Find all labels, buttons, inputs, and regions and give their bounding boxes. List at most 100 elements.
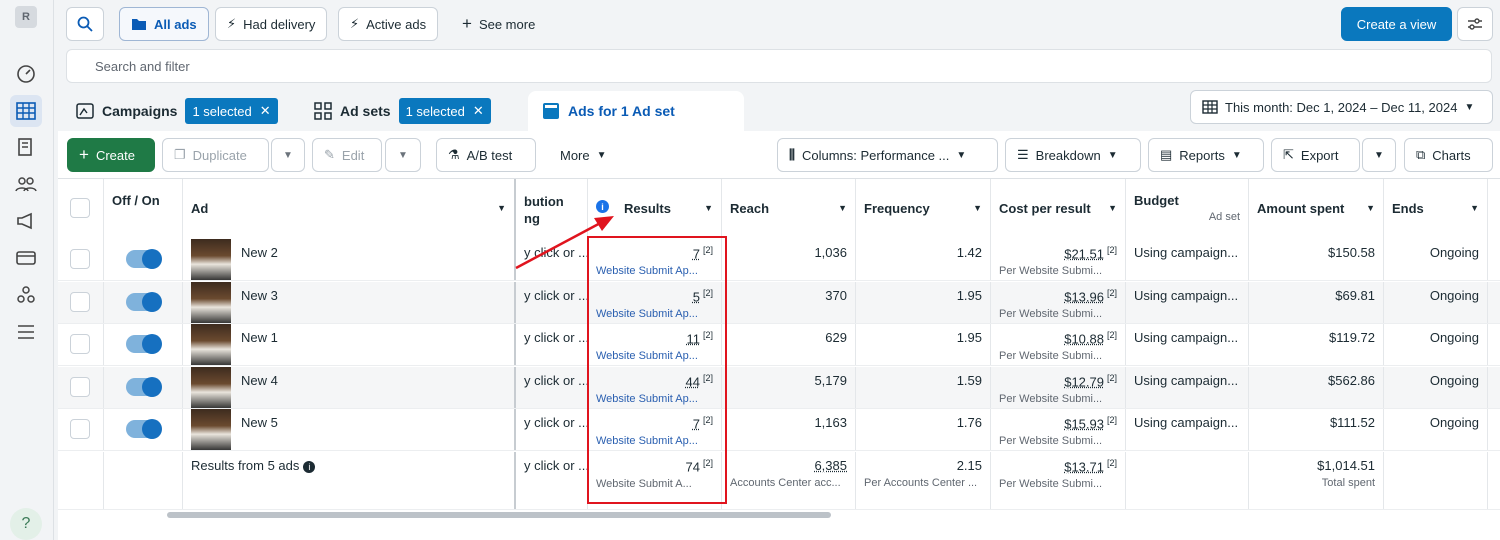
amount-spent-cell: $562.86: [1249, 366, 1384, 408]
ad-thumbnail[interactable]: [191, 281, 231, 323]
campaigns-selected-chip[interactable]: 1 selected ✕: [185, 98, 278, 124]
billing-card-icon[interactable]: [10, 242, 42, 274]
edit-button[interactable]: ✎ Edit: [312, 138, 382, 172]
columns-label: Columns: Performance ...: [801, 147, 950, 163]
tab-campaigns[interactable]: Campaigns 1 selected ✕: [76, 91, 278, 131]
megaphone-icon[interactable]: [10, 205, 42, 237]
see-more-button[interactable]: + See more: [450, 7, 547, 41]
tab-ads[interactable]: Ads for 1 Ad set: [528, 91, 744, 131]
duplicate-button[interactable]: ❐ Duplicate: [162, 138, 269, 172]
view-active-ads[interactable]: ⚡︎ Active ads: [338, 7, 439, 41]
delivery-toggle[interactable]: [126, 291, 162, 312]
reports-button[interactable]: ▤ Reports ▼: [1148, 138, 1264, 172]
ad-thumbnail[interactable]: [191, 366, 231, 408]
audiences-icon[interactable]: [10, 168, 42, 200]
breakdown-button[interactable]: ☰ Breakdown ▼: [1005, 138, 1141, 172]
view-settings-button[interactable]: [1457, 7, 1493, 41]
ads-manager-table-icon[interactable]: [10, 95, 42, 127]
ad-thumbnail[interactable]: [191, 324, 231, 365]
row-checkbox[interactable]: [70, 334, 90, 354]
table-row[interactable]: New 2y click or ... 7 [2] Website Submit Ap…: [58, 239, 1500, 281]
delivery-toggle[interactable]: [126, 419, 162, 439]
header-sublabel: Ad set: [1208, 211, 1240, 223]
amount-spent-value: $562.86: [1328, 372, 1375, 388]
row-checkbox[interactable]: [70, 376, 90, 397]
header-reach[interactable]: Reach ▼: [722, 179, 856, 239]
cost-value[interactable]: $10.88: [1064, 331, 1104, 346]
edit-label: Edit: [341, 147, 365, 163]
row-select-cell: [58, 281, 104, 323]
chevron-down-icon: ▼: [283, 149, 293, 161]
table-row[interactable]: New 1y click or ... 11 [2] Website Submit A…: [58, 324, 1500, 366]
table-row[interactable]: New 4y click or ... 44 [2] Website Submit A…: [58, 366, 1500, 409]
ad-name-link[interactable]: New 3: [241, 288, 278, 303]
budget-value: Using campaign...: [1134, 245, 1239, 260]
header-ad[interactable]: Ad ▼: [183, 179, 516, 239]
attribution-value: y click or ...: [524, 287, 588, 303]
adsets-selected-chip[interactable]: 1 selected ✕: [398, 98, 491, 124]
horizontal-scrollbar[interactable]: [167, 512, 831, 518]
row-toggle-cell: [104, 409, 183, 450]
menu-icon[interactable]: [10, 316, 42, 348]
select-all-checkbox[interactable]: [70, 198, 90, 218]
sliders-icon: [1468, 18, 1482, 30]
table-row[interactable]: New 5y click or ... 7 [2] Website Submit Ap…: [58, 409, 1500, 451]
amount-spent-cell: $69.81: [1249, 281, 1384, 323]
cost-value[interactable]: $13.96: [1064, 289, 1104, 304]
business-settings-icon[interactable]: [10, 279, 42, 311]
more-button[interactable]: More ▼: [548, 138, 619, 172]
ad-name-link[interactable]: New 4: [241, 373, 278, 388]
export-dropdown[interactable]: ▼: [1362, 138, 1396, 172]
export-button[interactable]: ⇱ Export: [1271, 138, 1360, 172]
cost-value[interactable]: $15.93: [1064, 416, 1104, 431]
header-cost-per-result[interactable]: Cost per result ▼: [991, 179, 1126, 239]
view-had-delivery[interactable]: ⚡︎ Had delivery: [215, 7, 328, 41]
edit-dropdown[interactable]: ▼: [385, 138, 421, 172]
duplicate-dropdown[interactable]: ▼: [271, 138, 305, 172]
date-range-picker[interactable]: This month: Dec 1, 2024 – Dec 11, 2024 ▼: [1190, 90, 1493, 124]
annotation-arrow: [515, 216, 614, 270]
header-budget[interactable]: Budget Ad set: [1126, 179, 1249, 239]
frequency-value: 1.42: [956, 245, 982, 260]
tab-ad-sets[interactable]: Ad sets 1 selected ✕: [314, 91, 491, 131]
header-ends[interactable]: Ends ▼: [1384, 179, 1488, 239]
table-row[interactable]: New 3y click or ... 5 [2] Website Submit Ap…: [58, 281, 1500, 324]
plus-icon: +: [462, 14, 472, 33]
dashboard-icon[interactable]: [10, 58, 42, 90]
header-off-on[interactable]: Off / On: [104, 179, 183, 239]
help-button[interactable]: ?: [10, 508, 42, 540]
reach-cell: 1,163: [722, 409, 856, 450]
header-frequency[interactable]: Frequency ▼: [856, 179, 991, 239]
view-label: Active ads: [366, 16, 427, 32]
ad-thumbnail[interactable]: [191, 409, 231, 450]
close-icon[interactable]: ✕: [473, 103, 484, 119]
create-view-button[interactable]: Create a view: [1341, 7, 1452, 41]
delivery-toggle[interactable]: [126, 334, 162, 354]
ab-test-button[interactable]: ⚗︎ A/B test: [436, 138, 536, 172]
ad-name-link[interactable]: New 5: [241, 415, 278, 430]
header-amount-spent[interactable]: Amount spent ▼: [1249, 179, 1384, 239]
search-filter-input[interactable]: Search and filter: [66, 49, 1492, 83]
close-icon[interactable]: ✕: [260, 103, 271, 119]
pencil-icon: ✎: [324, 147, 335, 162]
row-checkbox[interactable]: [70, 249, 90, 269]
cost-value[interactable]: $21.51: [1064, 246, 1104, 261]
charts-button[interactable]: ⧉ Charts: [1404, 138, 1493, 172]
row-checkbox[interactable]: [70, 291, 90, 312]
info-icon[interactable]: i: [303, 460, 316, 473]
ad-thumbnail[interactable]: [191, 239, 231, 280]
delivery-toggle[interactable]: [126, 249, 162, 269]
columns-button[interactable]: ⫼ Columns: Performance ... ▼: [777, 138, 998, 172]
account-avatar[interactable]: R: [15, 6, 37, 28]
delivery-toggle[interactable]: [126, 376, 162, 397]
view-all-ads[interactable]: All ads: [119, 7, 209, 41]
chevron-down-icon: ▼: [1470, 203, 1479, 213]
ad-name-link[interactable]: New 2: [241, 245, 278, 260]
cost-value[interactable]: $12.79: [1064, 374, 1104, 389]
pages-icon[interactable]: [10, 131, 42, 163]
row-select-cell: [58, 239, 104, 280]
row-checkbox[interactable]: [70, 419, 90, 439]
create-button[interactable]: + Create: [67, 138, 155, 172]
ad-name-link[interactable]: New 1: [241, 330, 278, 345]
search-button[interactable]: [66, 7, 104, 41]
